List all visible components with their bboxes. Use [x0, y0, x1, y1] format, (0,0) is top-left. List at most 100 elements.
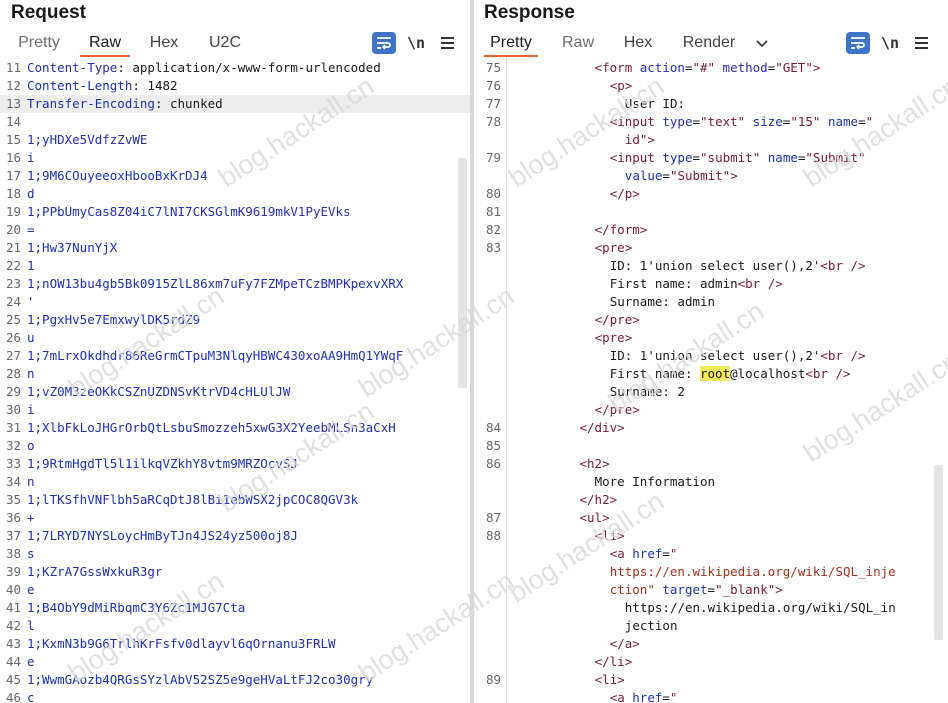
line-content: jection	[624, 618, 678, 633]
request-tab-u2c[interactable]: U2C	[203, 33, 247, 57]
response-line: id">	[474, 131, 948, 149]
request-title: Request	[11, 2, 86, 23]
response-line: First name: admin<br />	[474, 275, 948, 293]
line-content: l	[27, 618, 35, 633]
response-editor[interactable]: 75 <form action="#" method="GET"> 76 <p> 77 U…	[474, 58, 948, 703]
request-show-newlines-button[interactable]: \n	[404, 32, 428, 54]
request-line: 16 i	[0, 149, 470, 167]
response-line: 79 <input type="submit" name="Submit"	[474, 149, 948, 167]
request-line: 18 d	[0, 185, 470, 203]
line-content: +	[27, 510, 35, 525]
response-line: Surname: admin	[474, 293, 948, 311]
line-content: <h2>	[579, 456, 610, 471]
menu-icon	[915, 37, 928, 39]
line-content: More Information	[594, 474, 716, 489]
line-number: 32	[5, 438, 21, 453]
response-scrollbar[interactable]	[934, 465, 943, 640]
line-number: 20	[5, 222, 21, 237]
response-show-newlines-button[interactable]: \n	[878, 32, 902, 54]
response-line: ID: 1'union select user(),2'<br />	[474, 347, 948, 365]
line-content: ID: 1'union select user(),2'<br />	[609, 258, 866, 273]
line-number: 79	[485, 150, 501, 165]
line-number: 84	[485, 420, 501, 435]
request-line: 12 Content-Length: 1482	[0, 77, 470, 95]
line-content: <a href="	[609, 546, 678, 561]
response-menu-button[interactable]	[910, 32, 934, 54]
request-line: 45 1;WwmGAozb4QRGsSYzlAbV52SZ5e9geHVaLtFJ…	[0, 671, 470, 689]
line-number: 82	[485, 222, 501, 237]
request-line: 41 1;B4ObY9dMiRbqmC3Y6Zc1MJG7Cta	[0, 599, 470, 617]
request-line: 15 1;yHDXe5VdfzZvWE	[0, 131, 470, 149]
response-line: 87 <ul>	[474, 509, 948, 527]
line-content: Content-Type: application/x-www-form-url…	[27, 60, 381, 75]
request-line: 40 e	[0, 581, 470, 599]
line-number: 26	[5, 330, 21, 345]
request-line: 31 1;XlbFkLoJHGrOrbQtLsbuSmozzeh5xwG3X2Ye…	[0, 419, 470, 437]
response-line: 84 </div>	[474, 419, 948, 437]
response-line: 83 <pre>	[474, 239, 948, 257]
line-number: 30	[5, 402, 21, 417]
response-tab-raw[interactable]: Raw	[557, 33, 599, 57]
response-line: </a>	[474, 635, 948, 653]
line-number: 29	[5, 384, 21, 399]
line-number: 78	[485, 114, 501, 129]
response-line: </pre>	[474, 311, 948, 329]
request-wrap-lines-button[interactable]	[372, 32, 396, 54]
line-content: 1;9RtmHgdTl5l1ilkqVZkhY8vtm9MRZOcvSJ	[27, 456, 298, 471]
request-panel: Request Pretty Raw Hex U2C \n 11 Content-…	[0, 0, 470, 703]
request-editor[interactable]: 11 Content-Type: application/x-www-form-u…	[0, 58, 470, 703]
line-number: 81	[485, 204, 501, 219]
line-content: c	[27, 690, 35, 703]
line-number: 13	[5, 96, 21, 111]
response-tab-render[interactable]: Render	[678, 33, 740, 57]
line-content: First name: root@localhost<br />	[609, 366, 851, 381]
line-content: Surname: admin	[609, 294, 716, 309]
response-line: More Information	[474, 473, 948, 491]
response-line: <pre>	[474, 329, 948, 347]
menu-icon	[441, 37, 454, 39]
line-content: 1;PgxHv5e7EmxwylDK5rdZ9	[27, 312, 201, 327]
line-content: 1;WwmGAozb4QRGsSYzlAbV52SZ5e9geHVaLtFJ2c…	[27, 672, 374, 687]
request-line: 39 1;KZrA7GssWxkuR3gr	[0, 563, 470, 581]
line-number: 16	[5, 150, 21, 165]
response-line: </pre>	[474, 401, 948, 419]
request-tab-pretty[interactable]: Pretty	[14, 33, 64, 57]
line-content: 1	[27, 258, 35, 273]
response-line: https://en.wikipedia.org/wiki/SQL_inje	[474, 563, 948, 581]
request-tab-hex[interactable]: Hex	[143, 33, 185, 57]
line-content: https://en.wikipedia.org/wiki/SQL_inje	[609, 564, 896, 579]
line-number: 39	[5, 564, 21, 579]
line-content: Surname: 2	[609, 384, 685, 399]
response-line: 75 <form action="#" method="GET">	[474, 59, 948, 77]
request-tab-raw[interactable]: Raw	[80, 33, 130, 57]
line-number: 12	[5, 78, 21, 93]
response-render-dropdown[interactable]	[752, 33, 772, 57]
response-line: 77 User ID:	[474, 95, 948, 113]
line-content: </a>	[609, 636, 640, 651]
line-number: 89	[485, 672, 501, 687]
line-number: 75	[485, 60, 501, 75]
line-content: https://en.wikipedia.org/wiki/SQL_in	[624, 600, 896, 615]
request-line: 38 s	[0, 545, 470, 563]
line-content: id">	[624, 132, 655, 147]
line-number: 17	[5, 168, 21, 183]
response-tab-hex[interactable]: Hex	[617, 33, 659, 57]
line-number: 34	[5, 474, 21, 489]
line-number: 24	[5, 294, 21, 309]
response-wrap-lines-button[interactable]	[846, 32, 870, 54]
line-content: </form>	[594, 222, 648, 237]
line-content: u	[27, 330, 35, 345]
request-line: 42 l	[0, 617, 470, 635]
request-line: 28 n	[0, 365, 470, 383]
line-content: n	[27, 366, 35, 381]
request-scrollbar[interactable]	[458, 158, 467, 388]
request-line: 37 1;7LRYD7NYSLoycHmByTJn4JS24yz500oj8J	[0, 527, 470, 545]
line-content: 1;yHDXe5VdfzZvWE	[27, 132, 148, 147]
line-number: 83	[485, 240, 501, 255]
request-menu-button[interactable]	[436, 32, 460, 54]
response-line: 81	[474, 203, 948, 221]
line-content: 1;KxmN3b9G6TrlhKrFsfv0dlayvl6qOrnanu3FRL…	[27, 636, 336, 651]
line-content: <a href="	[609, 690, 678, 703]
line-number: 21	[5, 240, 21, 255]
response-tab-pretty[interactable]: Pretty	[484, 33, 538, 57]
